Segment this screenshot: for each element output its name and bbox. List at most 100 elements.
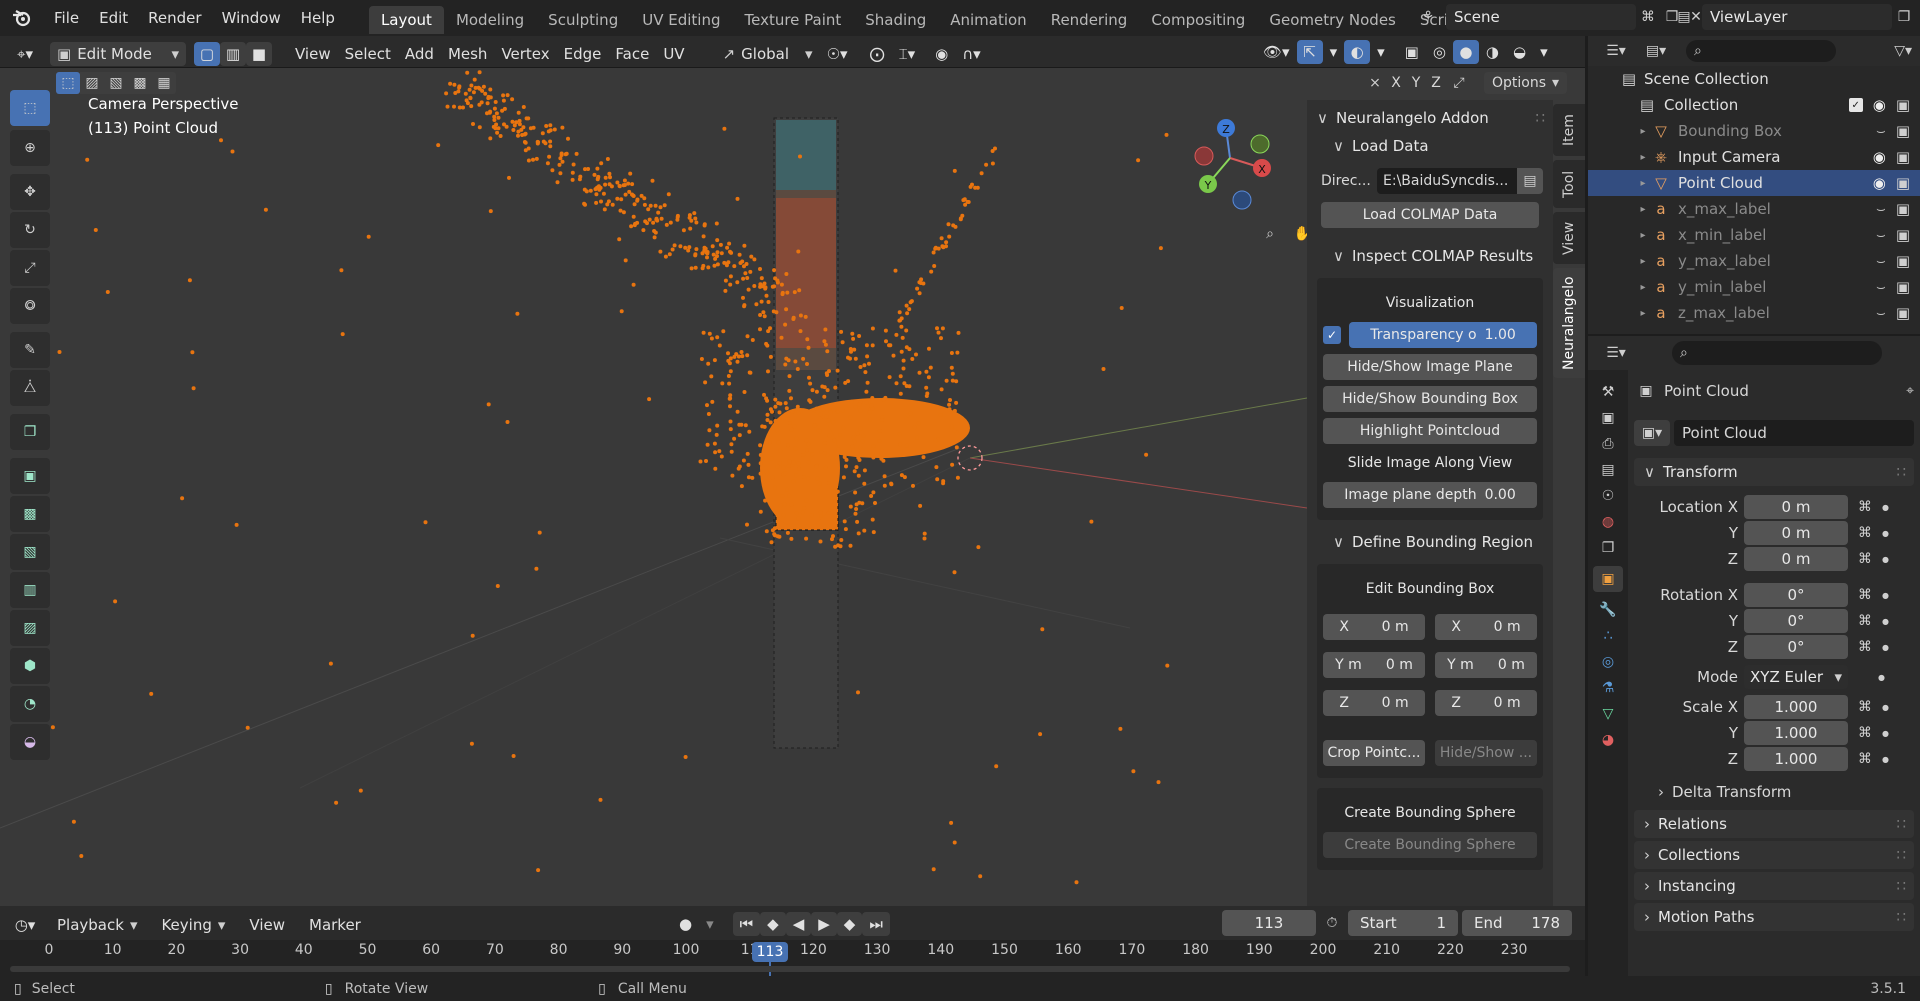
tool-annotate[interactable]: ✎	[10, 332, 50, 368]
tab-tool[interactable]: Tool	[1553, 160, 1585, 208]
jump-start-icon[interactable]: ⏮	[732, 912, 761, 936]
scale-field-0[interactable]: 1.000	[1744, 695, 1848, 719]
tool-settings-icon[interactable]: ⚒	[1602, 384, 1615, 400]
camera-render-icon[interactable]: ▣	[1896, 96, 1910, 114]
expand-arrow-icon[interactable]: ▸	[1636, 126, 1650, 137]
view-layer-icon[interactable]: ▤	[1666, 4, 1702, 30]
start-frame-field[interactable]: Start 1	[1348, 910, 1458, 936]
current-frame-field[interactable]: 113	[1222, 910, 1316, 936]
snap-target-icon[interactable]: ⌶▾	[892, 42, 923, 66]
timeline-menu-keying[interactable]: Keying ▾	[154, 913, 232, 937]
rotation-field-1[interactable]: 0°	[1744, 609, 1848, 633]
gizmo-dropdown-icon[interactable]: ▾	[1323, 40, 1345, 64]
load-data-header[interactable]: ∨ Load Data	[1307, 132, 1553, 160]
checkbox-icon[interactable]: ✓	[1848, 98, 1863, 112]
keyframe-dot-icon[interactable]: ●	[1882, 617, 1889, 626]
view-layer-tab-icon[interactable]: ▤	[1601, 462, 1614, 478]
scene-collection-label[interactable]: Scene Collection	[1644, 70, 1769, 88]
axis-x-toggle[interactable]: X	[1386, 75, 1406, 91]
scale-field-1[interactable]: 1.000	[1744, 721, 1848, 745]
lock-icon[interactable]: ⌘	[1858, 751, 1872, 767]
tool-extrude[interactable]: ▣	[10, 458, 50, 494]
expand-arrow-icon[interactable]: ▸	[1636, 152, 1650, 163]
drag-handle-icon[interactable]: ∷	[1896, 458, 1906, 486]
tool-smooth[interactable]: ◒	[10, 724, 50, 760]
define-header[interactable]: ∨ Define Bounding Region	[1307, 528, 1553, 556]
pin-icon[interactable]: ⌖	[1906, 383, 1914, 399]
outliner-item-y-max-label[interactable]: ▸ a y_max_label ⌣ ▣	[1588, 248, 1920, 274]
folder-icon[interactable]: ▤	[1517, 168, 1543, 194]
transparency-slider[interactable]: Transparency o 1.00	[1349, 322, 1537, 348]
timeline-scrollbar[interactable]	[10, 966, 1570, 972]
hidden-eye-icon[interactable]: ⌣	[1876, 278, 1886, 296]
rotation-mode-dropdown[interactable]: XYZ Euler ▾	[1744, 665, 1848, 689]
world-icon[interactable]: ◍	[1602, 514, 1614, 530]
workspace-tab-texture-paint[interactable]: Texture Paint	[732, 6, 853, 34]
shading-dropdown-icon[interactable]: ▾	[1533, 40, 1555, 64]
keyframe-dot-icon[interactable]: ●	[1882, 703, 1889, 712]
image-depth-field[interactable]: Image plane depth 0.00	[1323, 482, 1537, 508]
expand-arrow-icon[interactable]: ▸	[1636, 256, 1650, 267]
tool-poly-build[interactable]: ⬢	[10, 648, 50, 684]
modifier-icon[interactable]: 🔧	[1599, 602, 1616, 618]
jump-keyframe-back-icon[interactable]: ◆	[760, 912, 786, 936]
bbox-field-r-0[interactable]: X 0 m	[1435, 614, 1537, 640]
drag-handle-icon[interactable]: ∷	[1896, 841, 1906, 869]
workspace-tab-sculpting[interactable]: Sculpting	[536, 6, 630, 34]
tool-inset[interactable]: ▩	[10, 496, 50, 532]
tool-bevel[interactable]: ▧	[10, 534, 50, 570]
play-reverse-icon[interactable]: ◀	[785, 912, 812, 936]
drag-handle-icon[interactable]: ∷	[1896, 810, 1906, 838]
scene-field[interactable]: Scene	[1446, 4, 1636, 30]
tool-knife[interactable]: ▨	[10, 610, 50, 646]
keyframe-dot-icon[interactable]: ●	[1882, 591, 1889, 600]
pivot-icon[interactable]: ☉▾	[820, 42, 855, 66]
camera-render-icon[interactable]: ▣	[1896, 148, 1910, 166]
scale-field-2[interactable]: 1.000	[1744, 747, 1848, 771]
record-dropdown-icon[interactable]: ▾	[699, 912, 721, 936]
particles-icon[interactable]: ∴	[1604, 628, 1613, 644]
outliner-item-x-min-label[interactable]: ▸ a x_min_label ⌣ ▣	[1588, 222, 1920, 248]
viewport-menu-mesh[interactable]: Mesh	[441, 42, 495, 66]
camera-render-icon[interactable]: ▣	[1896, 226, 1910, 244]
tool-add-cube[interactable]: ❐	[10, 414, 50, 450]
outliner-item-collection[interactable]: ▤ Collection ✓ ◉ ▣	[1588, 92, 1920, 118]
outliner-item-z-max-label[interactable]: ▸ a z_max_label ⌣ ▣	[1588, 300, 1920, 326]
tool-move[interactable]: ✥	[10, 174, 50, 210]
lock-icon[interactable]: ⌘	[1858, 639, 1872, 655]
axis-y-toggle[interactable]: Y	[1406, 75, 1426, 91]
keyframe-dot-icon[interactable]: ●	[1882, 755, 1889, 764]
viewport-menu-edge[interactable]: Edge	[557, 42, 609, 66]
mode-dropdown[interactable]: ▣ Edit Mode ▾	[50, 41, 186, 66]
panel-instancing[interactable]: › Instancing ∷	[1634, 872, 1914, 900]
tool-scale[interactable]: ⤢	[10, 250, 50, 286]
rotation-field-0[interactable]: 0°	[1744, 583, 1848, 607]
end-frame-field[interactable]: End 178	[1462, 910, 1572, 936]
orientation-dropdown[interactable]: ↗ Global ▾	[716, 42, 820, 66]
camera-render-icon[interactable]: ▣	[1896, 174, 1910, 192]
output-icon[interactable]: ⎙	[1602, 436, 1613, 452]
tool-measure[interactable]: ⧊	[10, 370, 50, 406]
object-data-icon[interactable]: ▣▾	[1634, 420, 1670, 446]
viewport-menu-vertex[interactable]: Vertex	[494, 42, 556, 66]
timeline-menu-view[interactable]: View	[242, 913, 292, 937]
transform-panel-header[interactable]: ∨ Transform ∷	[1634, 458, 1914, 486]
workspace-tab-rendering[interactable]: Rendering	[1039, 6, 1140, 34]
hide-show-button[interactable]: Hide/Show ...	[1435, 740, 1537, 766]
expand-arrow-icon[interactable]: ▸	[1636, 282, 1650, 293]
snap-icon[interactable]: ⨀	[863, 42, 892, 66]
outliner-editor-icon[interactable]: ☰▾	[1596, 43, 1636, 59]
addon-header[interactable]: ∨ Neuralangelo Addon ∷	[1307, 104, 1553, 132]
camera-render-icon[interactable]: ▣	[1896, 252, 1910, 270]
menu-render[interactable]: Render	[138, 0, 211, 36]
hidden-eye-icon[interactable]: ⌣	[1876, 200, 1886, 218]
scene-icon[interactable]: ⚘	[1410, 4, 1446, 30]
proportional-edit-icon[interactable]: ◉	[928, 42, 955, 66]
workspace-tab-uv-editing[interactable]: UV Editing	[630, 6, 732, 34]
display-mode-icon[interactable]: ▤▾	[1636, 43, 1676, 59]
tool-spin[interactable]: ◔	[10, 686, 50, 722]
outliner-item-point-cloud[interactable]: ▸ ▽ Point Cloud ◉ ▣	[1588, 170, 1920, 196]
overlays-dropdown-icon[interactable]: ▾	[1370, 40, 1392, 64]
filter-icon[interactable]: ▽▾	[1894, 43, 1912, 59]
eye-icon[interactable]: ◉	[1873, 96, 1886, 114]
